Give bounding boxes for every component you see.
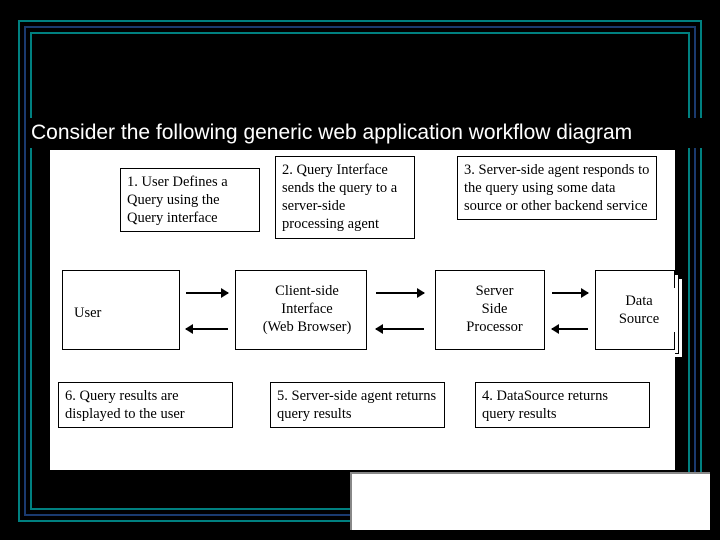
page-title: Consider the following generic web appli… (30, 118, 720, 148)
entity-datasource: Data Source (602, 288, 676, 332)
arrow-client-to-server (376, 292, 424, 294)
step-2: 2. Query Interface sends the query to a … (275, 156, 415, 239)
arrow-user-to-client (186, 292, 228, 294)
step-3: 3. Server-side agent responds to the que… (457, 156, 657, 220)
step-1: 1. User Defines a Query using the Query … (120, 168, 260, 232)
entity-client: Client-side Interface (Web Browser) (252, 278, 362, 340)
arrow-datasource-to-server (552, 328, 588, 330)
arrow-client-to-user (186, 328, 228, 330)
entity-server: Server Side Processor (452, 278, 537, 340)
entity-user: User (68, 300, 128, 326)
workflow-diagram: 1. User Defines a Query using the Query … (50, 150, 675, 470)
step-4: 4. DataSource returns query results (475, 382, 650, 428)
step-5: 5. Server-side agent returns query resul… (270, 382, 445, 428)
arrow-server-to-client (376, 328, 424, 330)
step-6: 6. Query results are displayed to the us… (58, 382, 233, 428)
corner-notch (350, 472, 710, 530)
arrow-server-to-datasource (552, 292, 588, 294)
